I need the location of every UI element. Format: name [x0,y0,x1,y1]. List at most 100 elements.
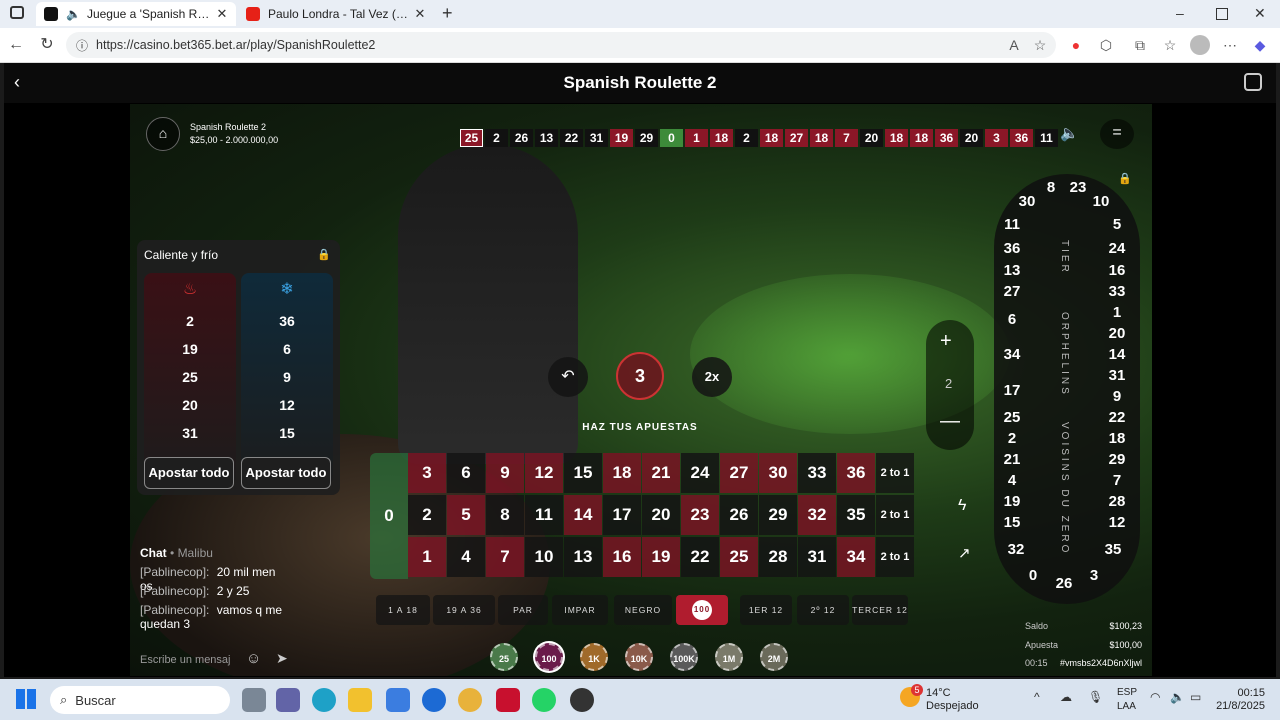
profile-avatar[interactable] [1190,35,1210,55]
racetrack-number[interactable]: 11 [998,216,1026,233]
windows-start-icon[interactable] [16,689,36,709]
racetrack-number[interactable]: 27 [998,283,1026,300]
chat-input[interactable]: Escribe un mensaj [140,654,240,666]
extensions-icon[interactable]: ⬡ [1096,35,1116,55]
whatsapp-icon[interactable] [532,688,556,712]
fullscreen-icon[interactable] [1244,73,1262,91]
read-aloud-icon[interactable]: A [1004,35,1024,55]
number-cell[interactable]: 33 [798,453,836,493]
number-cell[interactable]: 25 [720,537,758,577]
racetrack-number[interactable]: 24 [1103,240,1131,257]
tab-actions-icon[interactable] [10,6,24,19]
lang-2[interactable]: LAA [1117,701,1136,712]
number-cell[interactable]: 15 [564,453,602,493]
racetrack-number[interactable]: 8 [1037,179,1065,196]
racetrack-number[interactable]: 9 [1103,388,1131,405]
battery-icon[interactable]: ▭ [1190,690,1201,704]
number-cell[interactable]: 35 [837,495,875,535]
racetrack-number[interactable]: 36 [998,240,1026,257]
number-cell[interactable]: 31 [798,537,836,577]
number-cell[interactable]: 21 [642,453,680,493]
edge-icon[interactable] [312,688,336,712]
racetrack-number[interactable]: 32 [1002,541,1030,558]
lang-1[interactable]: ESP [1117,687,1137,698]
bet-all-hot-button[interactable]: Apostar todo [144,457,234,489]
number-cell[interactable]: 1 [408,537,446,577]
racetrack-number[interactable]: 3 [1080,567,1108,584]
close-window-icon[interactable]: ✕ [1254,5,1266,22]
mic-icon[interactable]: 🎙 [1088,690,1103,704]
cold-number[interactable]: 36 [241,307,333,335]
racetrack-number[interactable]: 1 [1103,304,1131,321]
tray-chevron-icon[interactable]: ^ [1034,690,1040,704]
racetrack-number[interactable]: 14 [1103,346,1131,363]
racetrack-number[interactable]: 2 [998,430,1026,447]
number-cell[interactable]: 26 [720,495,758,535]
outside-bet-cell[interactable]: 19 A 36 [433,595,495,625]
back-icon[interactable]: ← [5,34,27,56]
lock-icon[interactable]: 🔒 [317,248,331,261]
outside-bet-cell[interactable]: 2º 12 [797,595,849,625]
number-cell[interactable]: 13 [564,537,602,577]
number-cell[interactable]: 4 [447,537,485,577]
racetrack-number[interactable]: 16 [1103,262,1131,279]
number-cell[interactable]: 36 [837,453,875,493]
zero-cell[interactable]: 0 [370,453,408,579]
number-cell[interactable]: 20 [642,495,680,535]
number-cell[interactable]: 18 [603,453,641,493]
cold-number[interactable]: 12 [241,391,333,419]
number-cell[interactable]: 34 [837,537,875,577]
number-cell[interactable]: 14 [564,495,602,535]
taskbar-search[interactable]: ⌕ Buscar [50,686,230,714]
section-tier[interactable]: TIER [1059,240,1070,275]
onedrive-icon[interactable]: ☁ [1060,690,1072,704]
minimize-icon[interactable]: – [1176,5,1184,21]
number-cell[interactable]: 2 [408,495,446,535]
tab-youtube[interactable]: Paulo Londra - Tal Vez (Official Vi ✕ [238,2,434,26]
new-tab-icon[interactable]: + [442,3,453,24]
number-cell[interactable]: 9 [486,453,524,493]
racetrack-number[interactable]: 22 [1103,409,1131,426]
chip-1m[interactable]: 1M [715,643,743,671]
site-info-icon[interactable]: ⓘ [76,37,88,54]
teams-icon[interactable] [276,688,300,712]
double-button[interactable]: 2x [692,357,732,397]
favorites-icon[interactable]: ☆ [1160,35,1180,55]
number-cell[interactable]: 23 [681,495,719,535]
number-cell[interactable]: 22 [681,537,719,577]
racetrack-number[interactable]: 31 [1103,367,1131,384]
volume-icon[interactable]: 🔈 [1060,124,1079,142]
racetrack-number[interactable]: 5 [1103,216,1131,233]
more-menu-icon[interactable]: ⋯ [1220,35,1240,55]
racetrack-number[interactable]: 25 [998,409,1026,426]
number-cell[interactable]: 11 [525,495,563,535]
favorite-star-icon[interactable]: ☆ [1030,35,1050,55]
hot-number[interactable]: 2 [144,307,236,335]
number-cell[interactable]: 3 [408,453,446,493]
zoom-out-icon[interactable]: — [940,410,960,433]
hot-number[interactable]: 25 [144,363,236,391]
chip-100[interactable]: 100 [535,643,563,671]
racetrack-number[interactable]: 7 [1103,472,1131,489]
racetrack-lock-icon[interactable]: 🔒 [1118,172,1132,185]
racetrack-number[interactable]: 33 [1103,283,1131,300]
number-cell[interactable]: 16 [603,537,641,577]
url-field[interactable]: ⓘ https://casino.bet365.bet.ar/play/Span… [66,32,1056,58]
outside-bet-cell[interactable]: PAR [498,595,548,625]
number-cell[interactable]: 12 [525,453,563,493]
mcafee-icon[interactable] [496,688,520,712]
racetrack-number[interactable]: 15 [998,514,1026,531]
outside-bet-cell[interactable]: NEGRO [614,595,672,625]
chip-100k[interactable]: 100K [670,643,698,671]
bet-all-cold-button[interactable]: Apostar todo [241,457,331,489]
hot-number[interactable]: 31 [144,419,236,447]
chrome-icon[interactable] [458,688,482,712]
stats-chart-icon[interactable]: ↗ [958,544,971,562]
number-cell[interactable]: 30 [759,453,797,493]
racetrack-number[interactable]: 23 [1064,179,1092,196]
number-cell[interactable]: 27 [720,453,758,493]
chip-1k[interactable]: 1K [580,643,608,671]
number-cell[interactable]: 24 [681,453,719,493]
racetrack-number[interactable]: 4 [998,472,1026,489]
extension-fire-icon[interactable]: ● [1066,35,1086,55]
